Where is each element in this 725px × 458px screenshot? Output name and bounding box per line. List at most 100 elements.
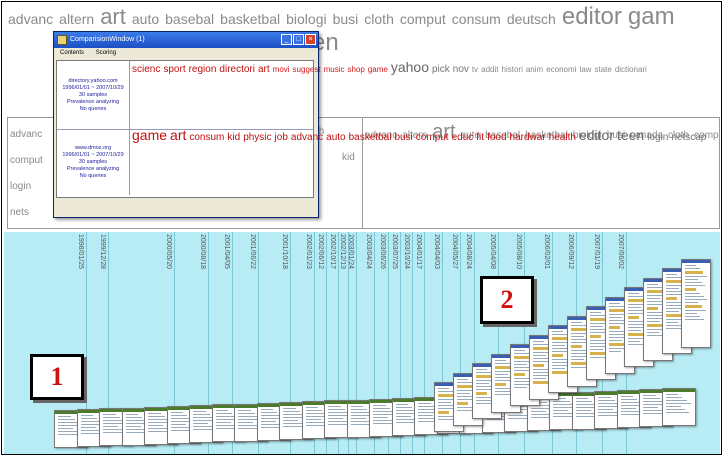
tag-word[interactable]: advanc [8, 11, 53, 27]
tag-word[interactable]: busi [333, 11, 359, 27]
page-snapshot-thumbnail[interactable] [661, 388, 696, 427]
minimize-button[interactable]: _ [281, 34, 292, 45]
tag-word[interactable]: netscap [671, 132, 706, 143]
timeline-date-label: 2006/09/12 [567, 234, 574, 270]
tag-word[interactable]: basketbal [220, 11, 280, 27]
thumbnail-line [665, 400, 687, 402]
tag-word[interactable]: music [324, 65, 345, 74]
thumbnail-line [620, 411, 640, 412]
thumbnail-line [476, 383, 490, 384]
tag-word[interactable]: pick [432, 64, 450, 75]
tag-word[interactable]: directori [219, 64, 255, 75]
thumbnail-line [238, 421, 254, 423]
thumbnail-line [685, 318, 705, 320]
tag-word[interactable]: tv [472, 65, 478, 74]
tag-word[interactable]: consum [452, 11, 501, 27]
tag-word[interactable]: educ [452, 132, 474, 143]
tag-word[interactable]: histori [502, 65, 523, 74]
tag-word[interactable]: yahoo [391, 59, 429, 75]
tag-word[interactable]: advanc [291, 132, 323, 143]
tag-word[interactable]: region [189, 64, 217, 75]
thumbnail-line [628, 321, 644, 322]
tag-word[interactable]: dictionari [615, 65, 647, 74]
tag-word[interactable]: health [549, 132, 576, 143]
tag-word[interactable]: login [647, 132, 668, 143]
tag-word[interactable]: deutsch [507, 11, 556, 27]
tag-word[interactable]: scienc [132, 64, 160, 75]
timeline-date-label: 2000/05/20 [165, 234, 172, 270]
tag-word[interactable]: job [275, 132, 288, 143]
tag-word[interactable]: basketbal [349, 132, 392, 143]
tag-word[interactable]: consum [189, 132, 224, 143]
maximize-button[interactable]: □ [293, 34, 304, 45]
marker-2: 2 [480, 276, 534, 324]
tag-word[interactable]: editor [579, 127, 614, 143]
tag-word[interactable]: game [368, 65, 388, 74]
thumbnail-line [305, 419, 321, 421]
tag-word[interactable]: busi [394, 132, 412, 143]
tag-word[interactable]: altern [59, 11, 94, 27]
thumbnail-line [125, 428, 145, 430]
thumbnail-line [438, 391, 453, 392]
thumbnail-line [685, 264, 697, 266]
thumbnail-line [628, 330, 642, 331]
tag-word[interactable]: art [170, 127, 186, 143]
tag-word[interactable]: fit [476, 132, 484, 143]
tag-word[interactable]: shop [347, 65, 364, 74]
thumbnail-line [552, 334, 567, 335]
tag-word[interactable]: biologi [286, 11, 326, 27]
site-url: www.dmoz.org [74, 144, 112, 151]
thumbnail-line [647, 306, 659, 310]
tag-word[interactable]: food [487, 132, 506, 143]
tag-word[interactable]: auto [132, 11, 159, 27]
thumbnail-line [215, 413, 233, 415]
tag-word[interactable]: movi [273, 65, 290, 74]
close-button[interactable]: × [305, 34, 316, 45]
thumbnail-line [647, 297, 661, 299]
tag-word[interactable]: nov [453, 64, 469, 75]
tag-word[interactable]: comput [400, 11, 446, 27]
tag-word[interactable]: law [579, 65, 591, 74]
tag-word[interactable]: basebal [165, 11, 214, 27]
tag-word[interactable]: economi [546, 65, 576, 74]
thumbnail-line [395, 404, 409, 405]
menu-contents[interactable]: Contents [60, 50, 84, 56]
page-timeline[interactable]: 1998/01/25 1999/12/28 2000/05/20 2000/08/18… [4, 232, 720, 454]
tag-word[interactable]: physic [243, 132, 271, 143]
window-titlebar[interactable]: ComparisionWindow (1) _ □ × [54, 32, 318, 48]
tag-word[interactable]: editor [562, 3, 622, 30]
comparison-window[interactable]: ComparisionWindow (1) _ □ × Contents Sco… [53, 31, 706, 218]
tag-word[interactable]: art [100, 4, 126, 29]
tag-word[interactable]: cloth [364, 11, 394, 27]
tag-word[interactable]: gam [628, 3, 675, 30]
thumbnail-line [103, 429, 123, 431]
thumbnail-line [575, 397, 589, 399]
tag-word[interactable]: suggest [293, 65, 321, 74]
thumbnail-line [530, 411, 546, 413]
thumbnail-line [666, 274, 678, 275]
tag-word[interactable]: game [132, 127, 167, 143]
timeline-date-label: 2002/06/12 [317, 234, 324, 270]
tag-word[interactable]: state [594, 65, 611, 74]
menu-scoring[interactable]: Scoring [96, 50, 116, 56]
thumbnail-line [495, 362, 510, 364]
thumbnail-line [260, 423, 280, 425]
thumbnail-line [643, 407, 659, 409]
tag-word[interactable]: comput [416, 132, 449, 143]
page-snapshot-thumbnail[interactable] [681, 258, 711, 348]
tag-word[interactable]: teen [617, 127, 644, 143]
tag-word[interactable]: sport [163, 64, 185, 75]
tag-word[interactable]: art [258, 64, 270, 75]
tag-word[interactable]: kid [227, 132, 240, 143]
thumbnail-line [495, 382, 507, 386]
timeline-date-label: 1999/12/28 [99, 234, 106, 270]
site-tag-cloud: scienc sport region directori art movi suggest… [132, 60, 647, 76]
tag-word[interactable]: hardwar [510, 132, 546, 143]
tag-word[interactable]: anim [526, 65, 543, 74]
thumbnail-line [620, 396, 634, 397]
tag-word[interactable]: addit [481, 65, 498, 74]
tag-word[interactable]: auto [326, 132, 345, 143]
sample-count: 30 samples [78, 158, 108, 165]
thumbnail-line [552, 345, 566, 346]
thumbnail-line [495, 373, 509, 375]
